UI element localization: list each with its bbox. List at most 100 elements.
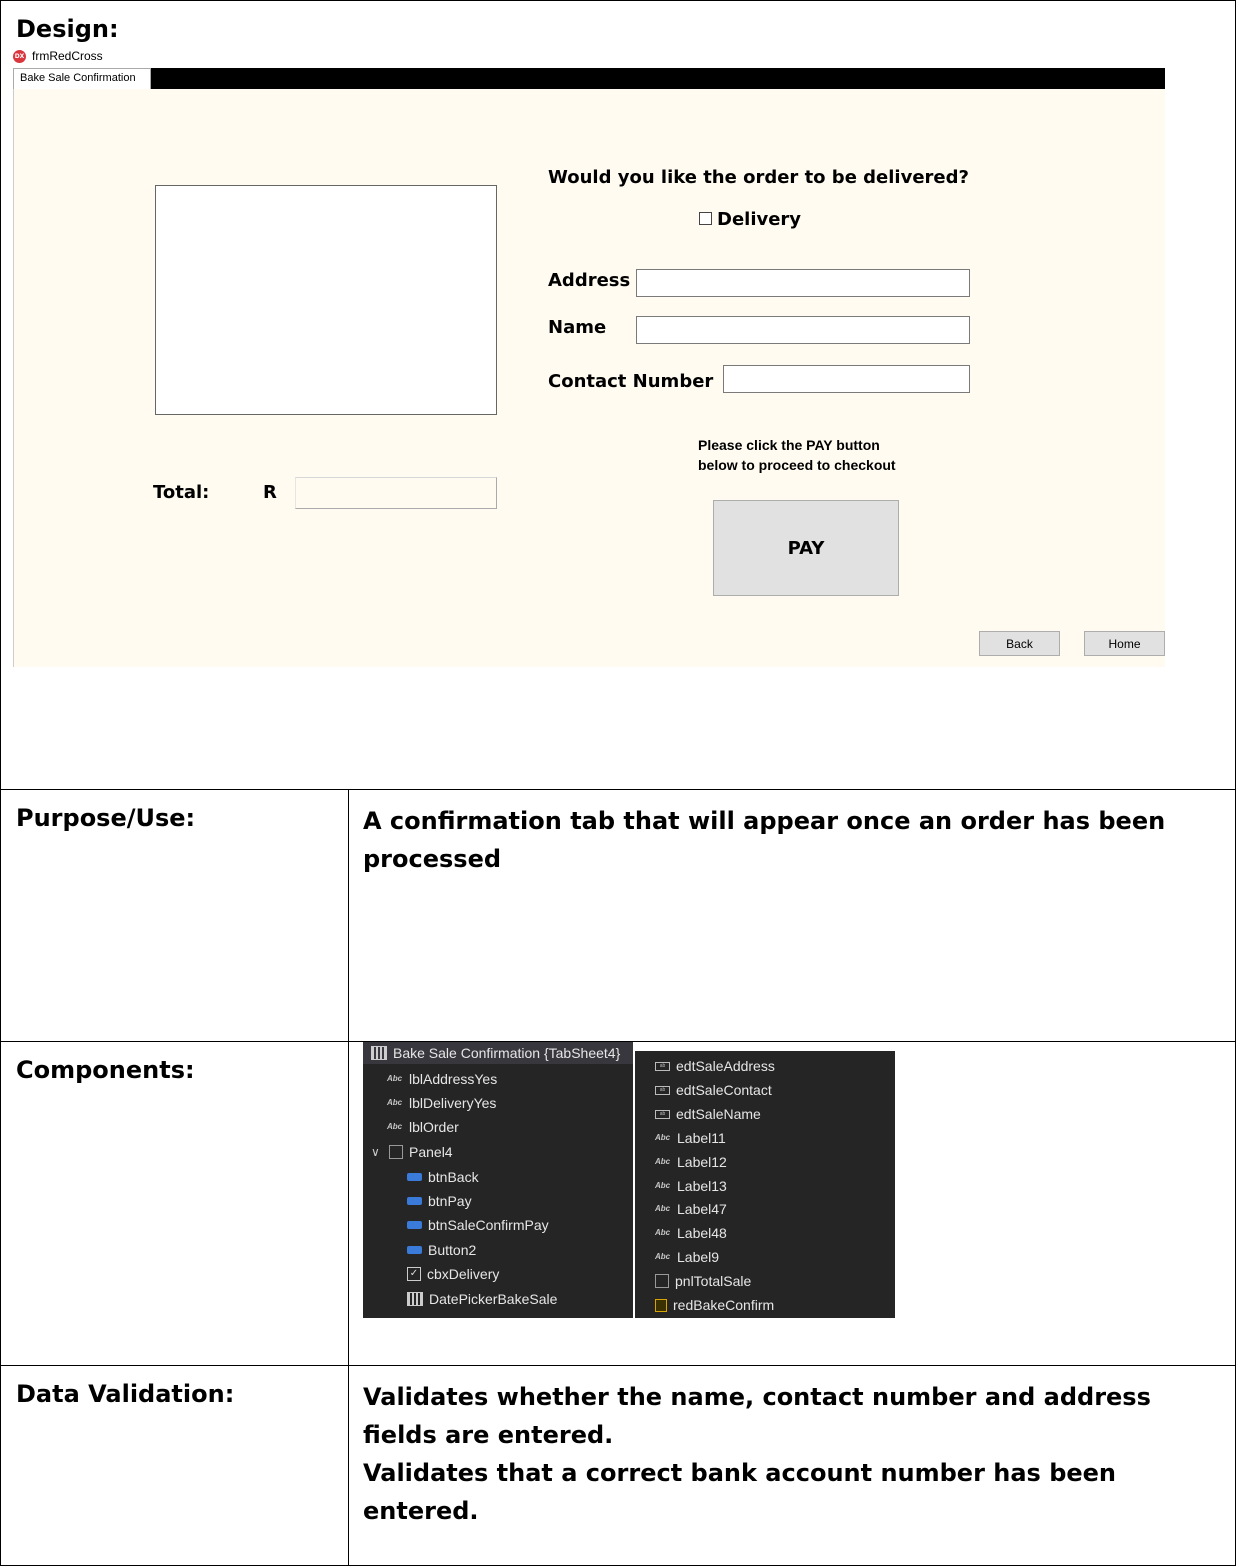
edit-icon: ab: [655, 1085, 670, 1095]
tree-item[interactable]: redBakeConfirm: [655, 1296, 774, 1314]
tree-item-label: Label11: [677, 1130, 726, 1146]
purpose-label-cell: Purpose/Use:: [0, 789, 349, 1042]
tree-item-label: edtSaleAddress: [676, 1058, 775, 1074]
validation-text-cell: Validates whether the name, contact numb…: [348, 1365, 1236, 1566]
delivery-checkbox[interactable]: [699, 212, 712, 225]
tree-item[interactable]: Abc lblOrder: [387, 1118, 459, 1136]
name-label: Name: [548, 317, 607, 338]
tree-item-label: btnSaleConfirmPay: [428, 1217, 549, 1233]
tree-item[interactable]: Abc Label47: [655, 1200, 727, 1218]
address-input[interactable]: [636, 269, 970, 297]
datepicker-icon: [407, 1292, 423, 1306]
tree-item[interactable]: Abc Label48: [655, 1224, 727, 1242]
tree-item[interactable]: ab edtSaleName: [655, 1105, 761, 1123]
tree-item[interactable]: Abc Label11: [655, 1129, 726, 1147]
label-icon: Abc: [655, 1252, 671, 1261]
tree-item-label: DatePickerBakeSale: [429, 1291, 558, 1307]
design-heading: Design:: [16, 15, 119, 43]
tab-strip: Bake Sale Confirmation: [13, 68, 1165, 89]
checkbox-icon: ✓: [407, 1267, 421, 1281]
tree-item-label: btnBack: [428, 1169, 479, 1185]
back-button[interactable]: Back: [979, 631, 1060, 656]
tree-item[interactable]: Abc lblDeliveryYes: [387, 1094, 496, 1112]
tree-item-label: Label9: [677, 1249, 720, 1265]
label-icon: Abc: [655, 1204, 671, 1213]
button-icon: [407, 1197, 422, 1205]
tree-item[interactable]: btnPay: [407, 1192, 472, 1210]
tree-item-label: lblDeliveryYes: [409, 1095, 497, 1111]
tree-item[interactable]: Abc Label12: [655, 1153, 727, 1171]
tree-item-tabsheet[interactable]: Bake Sale Confirmation {TabSheet4}: [371, 1044, 620, 1062]
confirmation-form: Would you like the order to be delivered…: [13, 89, 1165, 667]
validation-label-cell: Data Validation:: [0, 1365, 349, 1566]
button-icon: [407, 1221, 422, 1229]
tree-item-label: edtSaleContact: [676, 1082, 772, 1098]
tree-item[interactable]: ✓ cbxDelivery: [407, 1265, 499, 1283]
tree-item-label: edtSaleName: [676, 1106, 761, 1122]
label-icon: Abc: [387, 1098, 403, 1107]
tree-item-label: redBakeConfirm: [673, 1297, 775, 1313]
tree-item[interactable]: ab edtSaleAddress: [655, 1057, 775, 1075]
components-heading: Components:: [16, 1056, 195, 1084]
address-label: Address: [548, 270, 631, 291]
panel-icon: [655, 1274, 669, 1288]
tab-bake-sale-confirmation[interactable]: Bake Sale Confirmation: [13, 68, 151, 89]
button-icon: [407, 1173, 422, 1181]
tree-item[interactable]: Button2: [407, 1241, 476, 1259]
tree-item[interactable]: btnSaleConfirmPay: [407, 1216, 549, 1234]
checkout-hint-line1: Please click the PAY button: [698, 437, 880, 453]
name-input[interactable]: [636, 316, 970, 344]
tree-item[interactable]: Abc Label13: [655, 1177, 727, 1195]
component-tree-left: Bake Sale Confirmation {TabSheet4} Abc l…: [363, 1042, 633, 1318]
label-icon: Abc: [655, 1228, 671, 1237]
components-image-cell: Bake Sale Confirmation {TabSheet4} Abc l…: [348, 1041, 1236, 1366]
tree-item[interactable]: pnlTotalSale: [655, 1272, 751, 1290]
tree-item-label: Label47: [677, 1201, 727, 1217]
purpose-text-cell: A confirmation tab that will appear once…: [348, 789, 1236, 1042]
tree-item-label: lblAddressYes: [409, 1071, 498, 1087]
tree-item[interactable]: Abc Label9: [655, 1248, 719, 1266]
tree-item-label: Label13: [677, 1178, 727, 1194]
order-memo[interactable]: [155, 185, 497, 415]
validation-text-2: Validates that a correct bank account nu…: [363, 1459, 1117, 1525]
documentation-table: Design: DX frmRedCross Bake Sale Confirm…: [0, 0, 1236, 1566]
app-logo-icon: DX: [13, 49, 26, 63]
tree-item-label: cbxDelivery: [427, 1266, 500, 1282]
component-tree-right: ab edtSaleAddress ab edtSaleContact ab e…: [635, 1051, 895, 1318]
tree-item[interactable]: ab edtSaleContact: [655, 1081, 772, 1099]
checkout-hint-line2: below to proceed to checkout: [698, 457, 896, 473]
total-label: Total:: [153, 482, 210, 503]
tree-item[interactable]: Abc lblAddressYes: [387, 1070, 497, 1088]
purpose-text: A confirmation tab that will appear once…: [363, 807, 1166, 873]
tree-item-label: Label48: [677, 1225, 727, 1241]
tree-item-label: pnlTotalSale: [675, 1273, 752, 1289]
design-cell: Design: DX frmRedCross Bake Sale Confirm…: [0, 0, 1236, 790]
total-sale-panel: [295, 477, 497, 509]
tree-item-label: btnPay: [428, 1193, 472, 1209]
currency-label: R: [263, 482, 277, 503]
delivery-checkbox-label: Delivery: [717, 209, 802, 230]
pay-button[interactable]: PAY: [713, 500, 899, 596]
checkout-hint: Please click the PAY button below to pro…: [698, 435, 896, 475]
chevron-down-icon[interactable]: ∨: [371, 1143, 383, 1161]
app-titlebar: DX frmRedCross: [13, 47, 103, 65]
tree-item-label: Button2: [428, 1242, 477, 1258]
validation-heading: Data Validation:: [16, 1380, 235, 1408]
tree-item-label: lblOrder: [409, 1119, 459, 1135]
window-title: frmRedCross: [32, 49, 103, 63]
tree-item-label: Label12: [677, 1154, 727, 1170]
tree-item-panel[interactable]: ∨ Panel4: [371, 1143, 453, 1161]
edit-icon: ab: [655, 1061, 670, 1071]
label-icon: Abc: [655, 1157, 671, 1166]
tree-item[interactable]: DatePickerBakeSale: [407, 1290, 557, 1308]
tree-item[interactable]: btnBack: [407, 1168, 479, 1186]
label-icon: Abc: [655, 1133, 671, 1142]
delivery-question: Would you like the order to be delivered…: [548, 167, 969, 188]
button-icon: [407, 1246, 422, 1254]
label-icon: Abc: [655, 1181, 671, 1190]
validation-text-1: Validates whether the name, contact numb…: [363, 1383, 1151, 1449]
contact-number-label: Contact Number: [548, 371, 714, 392]
contact-number-input[interactable]: [723, 365, 970, 393]
home-button[interactable]: Home: [1084, 631, 1165, 656]
tree-item-label: Panel4: [409, 1144, 453, 1160]
